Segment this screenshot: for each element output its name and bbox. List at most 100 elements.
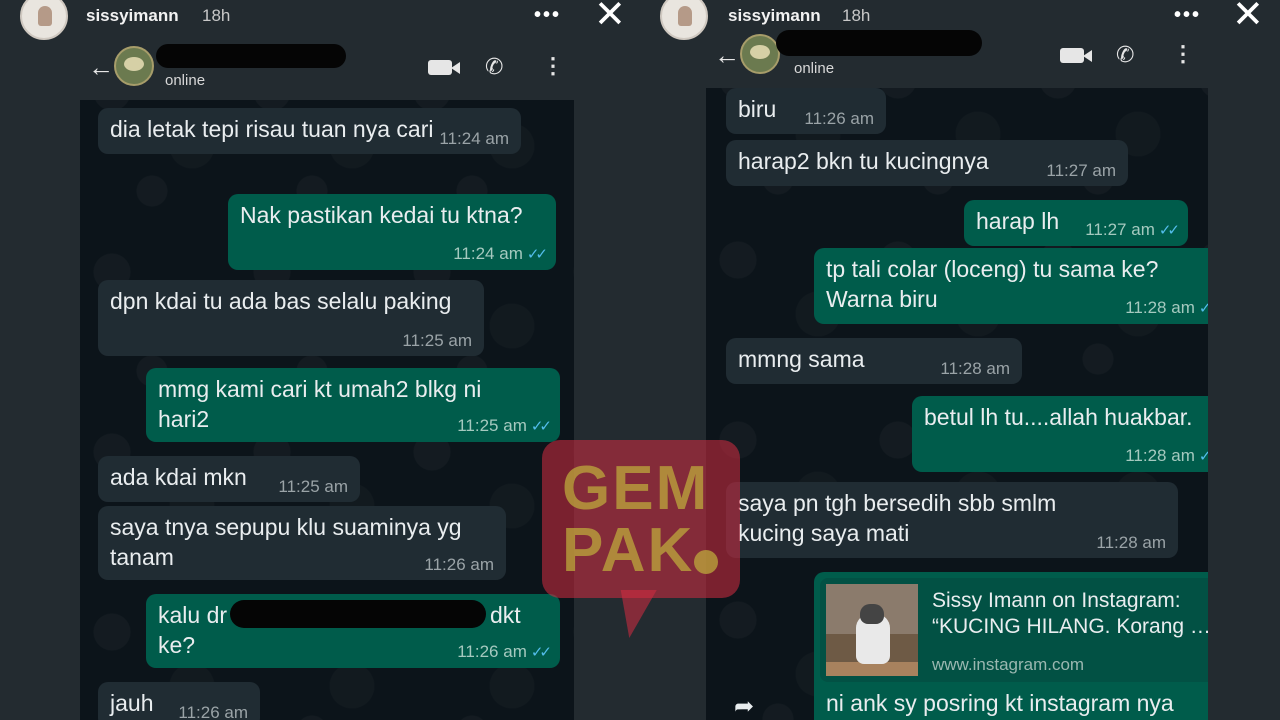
message-time: 11:28 am✓✓ (1125, 447, 1208, 466)
read-ticks-icon: ✓✓ (530, 418, 552, 435)
link-preview-card[interactable]: Sissy Imann on Instagram: “KUCING HILANG… (820, 578, 1208, 682)
message-bubble[interactable]: tp tali colar (loceng) tu sama ke? Warna… (814, 248, 1208, 324)
redacted-text (230, 600, 486, 628)
chat-screenshot: ← online ✆ ⋮ dia letak tepi risau tuan n… (80, 38, 574, 720)
link-url: www.instagram.com (932, 655, 1085, 674)
read-ticks-icon: ✓✓ (526, 246, 548, 263)
message-time-text: 11:25 am (457, 416, 527, 435)
story-header: sissyimann 18h ••• ✕ (0, 0, 640, 40)
message-text: biru (738, 96, 777, 122)
watermark-line2: PAK (562, 516, 695, 585)
chat-menu-icon[interactable]: ⋮ (1172, 41, 1194, 67)
message-time: 11:25 am (278, 477, 348, 496)
link-title-line2: “KUCING HILANG. Korang … (932, 615, 1208, 638)
message-time-text: 11:28 am (1125, 446, 1195, 465)
forward-share-icon[interactable]: ➦ (734, 692, 754, 720)
message-time: 11:26 am (178, 703, 248, 720)
thumb-floor (826, 662, 918, 676)
message-time: 11:25 am ✓✓ (457, 416, 552, 436)
message-time: 11:27 am ✓✓ (1085, 220, 1180, 240)
message-bubble[interactable]: mmg kami cari kt umah2 blkg ni hari2 11:… (146, 368, 560, 442)
phone-call-icon[interactable]: ✆ (1116, 42, 1134, 68)
watermark-line1: GEM (562, 454, 710, 523)
profile-avatar[interactable] (660, 0, 708, 40)
chat-menu-icon[interactable]: ⋮ (542, 53, 564, 79)
message-text: harap2 bkn tu kucingnya (738, 148, 989, 174)
message-text: dia letak tepi risau tuan nya cari (110, 116, 434, 142)
message-bubble[interactable]: ada kdai mkn 11:25 am (98, 456, 360, 502)
read-ticks-icon: ✓✓ (1198, 300, 1208, 317)
more-options-icon[interactable]: ••• (1174, 4, 1201, 27)
message-bubble[interactable]: mmng sama 11:28 am (726, 338, 1022, 384)
message-time: 11:28 am (1096, 533, 1166, 552)
message-text: betul lh tu....allah huakbar. (924, 404, 1193, 430)
message-time-text: 11:26 am (457, 642, 527, 661)
read-ticks-icon: ✓✓ (1198, 448, 1208, 465)
message-text-line2: ke? (158, 632, 196, 658)
message-bubble[interactable]: biru 11:26 am (726, 88, 886, 134)
message-time: 11:24 am (439, 129, 509, 148)
message-time: 11:26 am ✓✓ (457, 642, 552, 662)
cat-photo-thumbnail (826, 584, 918, 676)
message-time: 11:25 am (402, 331, 472, 350)
chat-header: ← online ✆ ⋮ (706, 26, 1208, 88)
back-arrow-icon[interactable]: ← (714, 40, 740, 71)
message-bubble[interactable]: saya tnya sepupu klu suaminya yg tanam 1… (98, 506, 506, 580)
message-time-text: 11:24 am (453, 244, 523, 263)
post-time: 18h (842, 6, 871, 25)
message-text-end: dkt (490, 602, 521, 628)
message-text: Nak pastikan kedai tu ktna? (240, 202, 523, 228)
cat-image (856, 604, 890, 664)
message-bubble[interactable]: kalu dr dkt ke? 11:26 am ✓✓ (146, 594, 560, 668)
message-text: harap lh (976, 208, 1060, 234)
chat-screenshot: ← online ✆ ⋮ biru 11:26 am harap2 bkn tu… (706, 26, 1208, 720)
story-panel-right: sissyimann 18h ••• ✕ ← online ✆ ⋮ biru 1… (640, 0, 1280, 720)
video-call-icon[interactable] (1060, 48, 1092, 63)
message-text: dpn kdai tu ada bas selalu paking (110, 288, 452, 314)
close-icon[interactable]: ✕ (1232, 0, 1264, 34)
profile-avatar[interactable] (20, 0, 68, 40)
message-text: jauh (110, 690, 154, 716)
contact-status: online (165, 72, 206, 89)
gempak-watermark-logo: GEM PAK (542, 440, 740, 598)
message-text: mmng sama (738, 346, 865, 372)
username[interactable]: sissyimann (86, 6, 179, 26)
message-text: saya pn tgh bersedih sbb smlm kucing say… (738, 490, 1057, 546)
post-time: 18h (202, 6, 231, 25)
link-title-line1: Sissy Imann on Instagram: (932, 589, 1181, 612)
username[interactable]: sissyimann (728, 6, 821, 26)
link-message-bubble[interactable]: Sissy Imann on Instagram: “KUCING HILANG… (814, 572, 1208, 720)
redacted-contact-name (156, 44, 346, 68)
message-bubble[interactable]: dpn kdai tu ada bas selalu paking 11:25 … (98, 280, 484, 356)
back-arrow-icon[interactable]: ← (88, 52, 114, 83)
watermark-dot (694, 550, 718, 574)
story-panel-left: sissyimann 18h ••• ✕ ← online ✆ ⋮ dia le… (0, 0, 640, 720)
message-bubble[interactable]: betul lh tu....allah huakbar. 11:28 am✓✓ (912, 396, 1208, 472)
message-text-start: kalu dr (158, 602, 228, 628)
message-time: 11:27 am (1046, 161, 1116, 180)
more-options-icon[interactable]: ••• (534, 4, 561, 27)
message-bubble[interactable]: saya pn tgh bersedih sbb smlm kucing say… (726, 482, 1178, 558)
message-time: 11:26 am (804, 109, 874, 128)
read-ticks-icon: ✓✓ (1158, 222, 1180, 239)
message-bubble[interactable]: harap2 bkn tu kucingnya 11:27 am (726, 140, 1128, 186)
message-bubble[interactable]: dia letak tepi risau tuan nya cari 11:24… (98, 108, 521, 154)
message-text: ada kdai mkn (110, 464, 247, 490)
message-time-text: 11:28 am (1125, 298, 1195, 317)
message-bubble[interactable]: jauh 11:26 am (98, 682, 260, 720)
contact-avatar[interactable] (114, 46, 154, 86)
message-time: 11:28 am (940, 359, 1010, 378)
phone-call-icon[interactable]: ✆ (485, 54, 503, 80)
message-time-text: 11:27 am (1085, 220, 1155, 239)
redacted-contact-name (776, 30, 982, 56)
message-text: ni ank sy posring kt instagram nya (826, 690, 1174, 716)
close-icon[interactable]: ✕ (594, 0, 626, 34)
message-bubble[interactable]: Nak pastikan kedai tu ktna? 11:24 am ✓✓ (228, 194, 556, 270)
message-bubble[interactable]: harap lh 11:27 am ✓✓ (964, 200, 1188, 246)
message-time: 11:26 am (424, 555, 494, 574)
contact-status: online (794, 60, 835, 77)
contact-avatar[interactable] (740, 34, 780, 74)
message-time: 11:24 am ✓✓ (453, 244, 548, 264)
message-time: 11:28 am✓✓ (1125, 299, 1208, 318)
video-call-icon[interactable] (428, 60, 460, 75)
